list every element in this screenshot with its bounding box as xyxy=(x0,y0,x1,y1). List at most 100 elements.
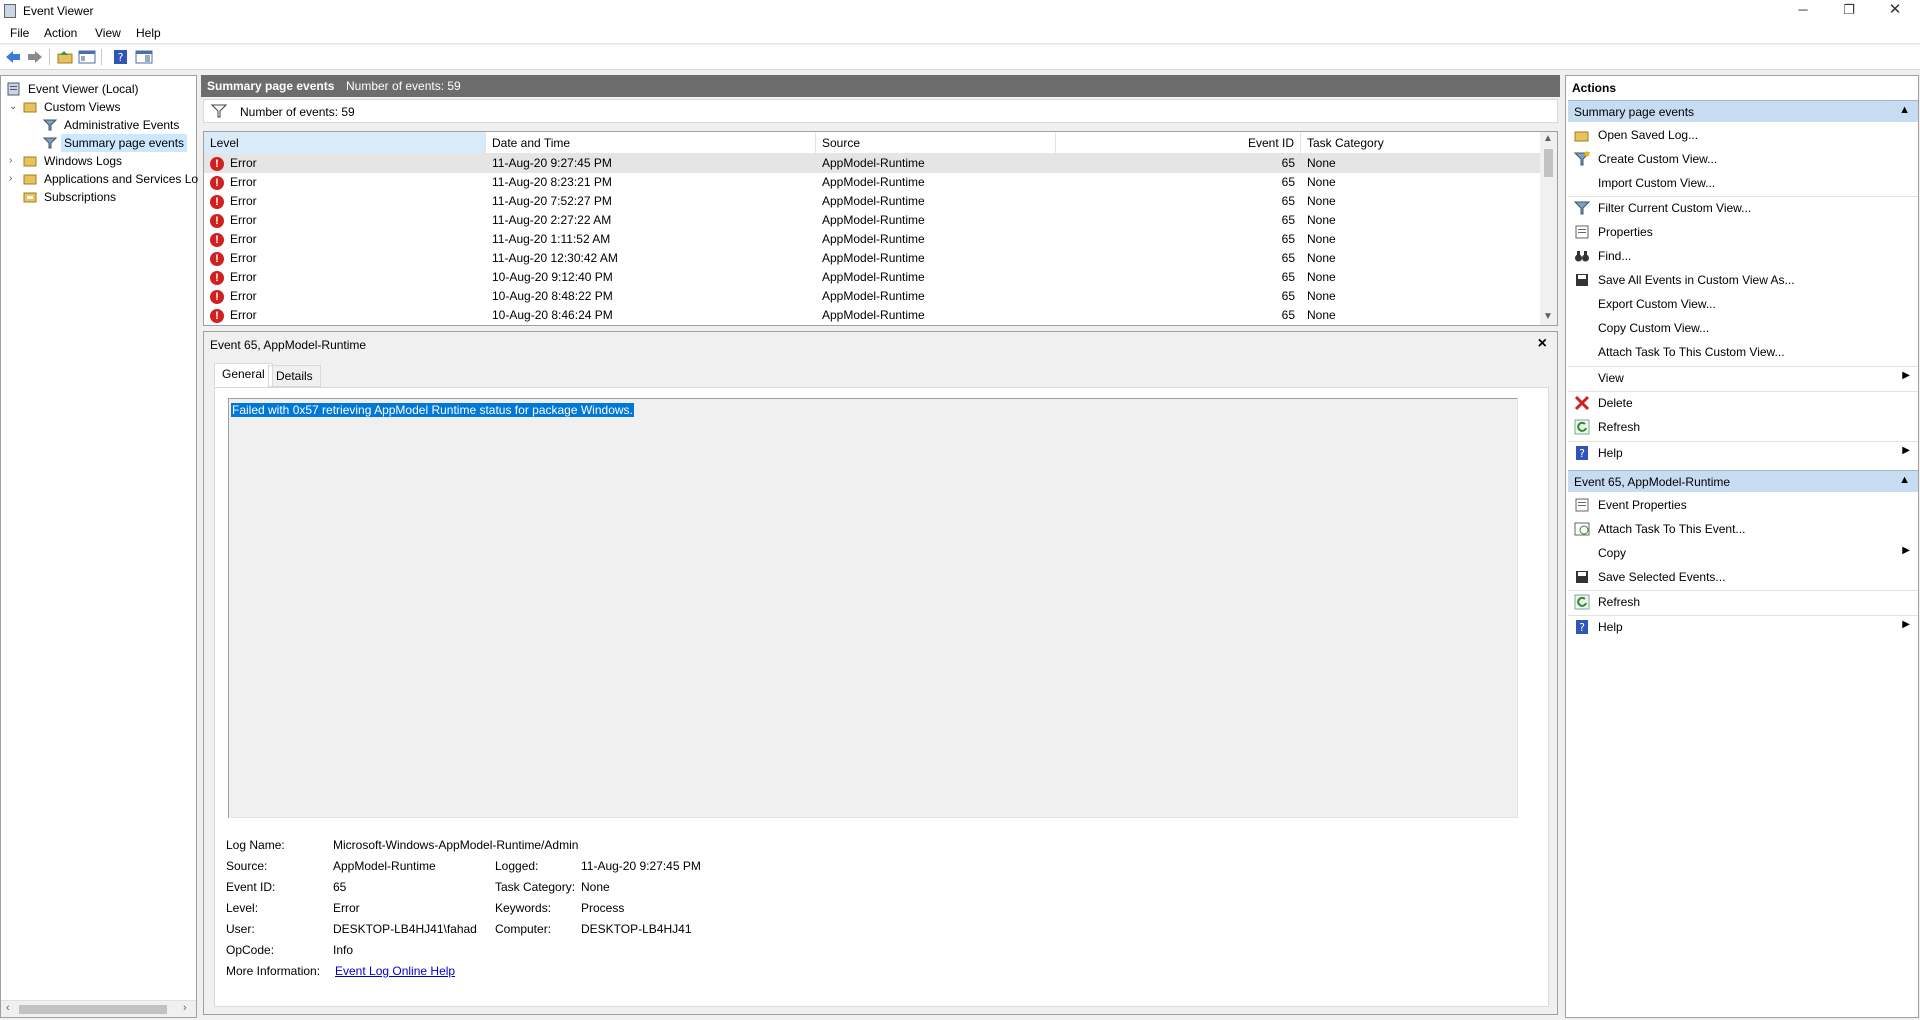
scroll-left-arrow-icon[interactable]: ‹ xyxy=(6,1002,10,1014)
restore-button[interactable]: ❐ xyxy=(1826,0,1872,22)
tree-item-subscriptions[interactable]: Subscriptions xyxy=(5,188,195,206)
scrollbar-thumb[interactable] xyxy=(19,1005,167,1014)
action-attach-task-to-custom-view[interactable]: Attach Task To This Custom View... xyxy=(1568,341,1918,363)
action-copy-custom-view[interactable]: Copy Custom View... xyxy=(1568,317,1918,339)
column-header-event-id[interactable]: Event ID xyxy=(1056,132,1301,154)
menu-help[interactable]: Help xyxy=(136,26,161,40)
back-icon[interactable] xyxy=(4,49,22,65)
table-row[interactable]: ! Error 10-Aug-20 9:12:40 PM AppModel-Runti… xyxy=(204,268,1541,287)
table-row[interactable]: ! Error 11-Aug-20 8:23:21 PM AppModel-Runti… xyxy=(204,173,1541,192)
tree-item-custom-views[interactable]: ⌄ Custom Views xyxy=(5,98,195,116)
filter-icon xyxy=(1573,200,1591,216)
source-cell: AppModel-Runtime xyxy=(822,289,925,303)
toolbar: ? xyxy=(0,45,1920,70)
action-attach-task-to-event[interactable]: Attach Task To This Event... xyxy=(1568,518,1918,540)
collapse-caret-icon[interactable]: ▲ xyxy=(1899,104,1910,116)
action-copy[interactable]: Copy ▶ xyxy=(1568,542,1918,564)
table-row[interactable]: ! Error 11-Aug-20 1:11:52 AM AppModel-Runti… xyxy=(204,230,1541,249)
minimize-button[interactable]: ─ xyxy=(1780,0,1826,22)
table-row[interactable]: ! Error 11-Aug-20 7:52:27 PM AppModel-Runti… xyxy=(204,192,1541,211)
computer-value: DESKTOP-LB4HJ41 xyxy=(581,922,692,936)
action-save-all-events[interactable]: Save All Events in Custom View As... xyxy=(1568,269,1918,291)
date-time-cell: 10-Aug-20 8:46:24 PM xyxy=(492,308,613,322)
action-import-custom-view[interactable]: Import Custom View... xyxy=(1568,172,1918,194)
tree-horizontal-scrollbar[interactable]: ‹ › xyxy=(1,1000,196,1017)
tab-details[interactable]: Details xyxy=(268,365,321,387)
action-event-properties[interactable]: Event Properties xyxy=(1568,494,1918,516)
subscriptions-icon xyxy=(23,190,37,204)
opcode-label: OpCode: xyxy=(226,943,275,957)
action-refresh[interactable]: Refresh xyxy=(1568,416,1918,438)
expanded-chevron-icon[interactable]: ⌄ xyxy=(9,98,19,116)
action-properties[interactable]: Properties xyxy=(1568,221,1918,243)
tree-item-summary-page-events[interactable]: Summary page events xyxy=(5,134,195,152)
column-header-source[interactable]: Source xyxy=(816,132,1056,154)
refresh-icon xyxy=(1574,419,1590,435)
action-save-selected-events[interactable]: Save Selected Events... xyxy=(1568,566,1918,588)
scroll-down-arrow-icon[interactable]: ▼ xyxy=(1543,311,1553,322)
action-help-event[interactable]: ? Help ▶ xyxy=(1568,616,1918,638)
help-icon[interactable]: ? xyxy=(112,49,130,65)
console-tree-icon[interactable] xyxy=(78,49,96,65)
tree-item-applications-and-services[interactable]: › Applications and Services Lo xyxy=(5,170,198,188)
table-header: Level Date and Time Source Event ID Task… xyxy=(204,132,1541,154)
close-window-button[interactable]: ✕ xyxy=(1872,0,1918,22)
action-filter-current-custom-view[interactable]: Filter Current Custom View... xyxy=(1568,197,1918,219)
actions-section-event[interactable]: Event 65, AppModel-Runtime ▲ xyxy=(1568,470,1918,492)
table-row[interactable]: ! Error 11-Aug-20 12:30:42 AM AppModel-Runt… xyxy=(204,249,1541,268)
table-row[interactable]: ! Error 11-Aug-20 2:27:22 AM AppModel-Runti… xyxy=(204,211,1541,230)
open-folder-icon[interactable] xyxy=(56,49,74,65)
action-refresh-event[interactable]: Refresh xyxy=(1568,591,1918,613)
more-information-label: More Information: xyxy=(226,964,321,978)
level-value: Error xyxy=(333,901,360,915)
date-time-cell: 11-Aug-20 12:30:42 AM xyxy=(492,251,618,265)
tree-item-windows-logs[interactable]: › Windows Logs xyxy=(5,152,195,170)
source-value: AppModel-Runtime xyxy=(333,859,436,873)
action-create-custom-view[interactable]: Create Custom View... xyxy=(1568,148,1918,170)
action-delete[interactable]: Delete xyxy=(1568,392,1918,414)
scroll-right-arrow-icon[interactable]: › xyxy=(183,1002,187,1014)
task-category-cell: None xyxy=(1307,213,1336,227)
column-header-task-category[interactable]: Task Category xyxy=(1301,132,1541,154)
menu-view[interactable]: View xyxy=(95,26,121,40)
open-folder-icon xyxy=(1574,127,1590,143)
computer-label: Computer: xyxy=(495,922,552,936)
action-help[interactable]: ? Help ▶ xyxy=(1568,442,1918,464)
actions-section-summary-page-events[interactable]: Summary page events ▲ xyxy=(1568,100,1918,122)
help-icon: ? xyxy=(1574,445,1590,461)
event-description-text[interactable]: Failed with 0x57 retrieving AppModel Run… xyxy=(231,403,634,417)
menu-file[interactable]: File xyxy=(10,26,29,40)
tree-item-event-viewer-local[interactable]: Event Viewer (Local) xyxy=(5,80,195,98)
table-row[interactable]: ! Error 11-Aug-20 9:27:45 PM AppModel-Runti… xyxy=(204,154,1541,173)
filter-icon xyxy=(42,118,58,132)
collapse-caret-icon[interactable]: ▲ xyxy=(1899,474,1910,486)
event-id-cell: 65 xyxy=(1281,308,1295,322)
action-find[interactable]: Find... xyxy=(1568,245,1918,267)
action-view[interactable]: View ▶ xyxy=(1568,367,1918,389)
table-row[interactable]: ! Error 10-Aug-20 8:46:24 PM AppModel-Runti… xyxy=(204,306,1541,325)
menu-action[interactable]: Action xyxy=(44,26,77,40)
event-log-online-help-link[interactable]: Event Log Online Help xyxy=(335,964,455,978)
tree-item-administrative-events[interactable]: Administrative Events xyxy=(5,116,195,134)
action-export-custom-view[interactable]: Export Custom View... xyxy=(1568,293,1918,315)
action-pane-icon[interactable] xyxy=(135,49,153,65)
event-description-box[interactable]: Failed with 0x57 retrieving AppModel Run… xyxy=(228,398,1518,818)
keywords-label: Keywords: xyxy=(495,901,552,915)
date-time-cell: 11-Aug-20 1:11:52 AM xyxy=(492,232,611,246)
close-icon[interactable]: × xyxy=(1538,335,1547,353)
collapsed-chevron-icon[interactable]: › xyxy=(9,152,19,170)
tab-general[interactable]: General xyxy=(214,363,273,387)
table-row[interactable]: ! Error 10-Aug-20 8:48:22 PM AppModel-Runti… xyxy=(204,287,1541,306)
forward-icon[interactable] xyxy=(26,49,44,65)
scrollbar-thumb[interactable] xyxy=(1544,149,1553,177)
column-header-level[interactable]: Level xyxy=(204,132,486,154)
table-vertical-scrollbar[interactable]: ▲ ▼ xyxy=(1540,132,1557,325)
collapsed-chevron-icon[interactable]: › xyxy=(9,170,19,188)
center-header-count: Number of events: 59 xyxy=(346,79,461,93)
action-open-saved-log[interactable]: Open Saved Log... xyxy=(1568,124,1918,146)
task-category-cell: None xyxy=(1307,251,1336,265)
scroll-up-arrow-icon[interactable]: ▲ xyxy=(1543,133,1553,144)
column-header-date-time[interactable]: Date and Time xyxy=(486,132,816,154)
date-time-cell: 11-Aug-20 8:23:21 PM xyxy=(492,175,612,189)
filter-icon xyxy=(42,136,58,150)
